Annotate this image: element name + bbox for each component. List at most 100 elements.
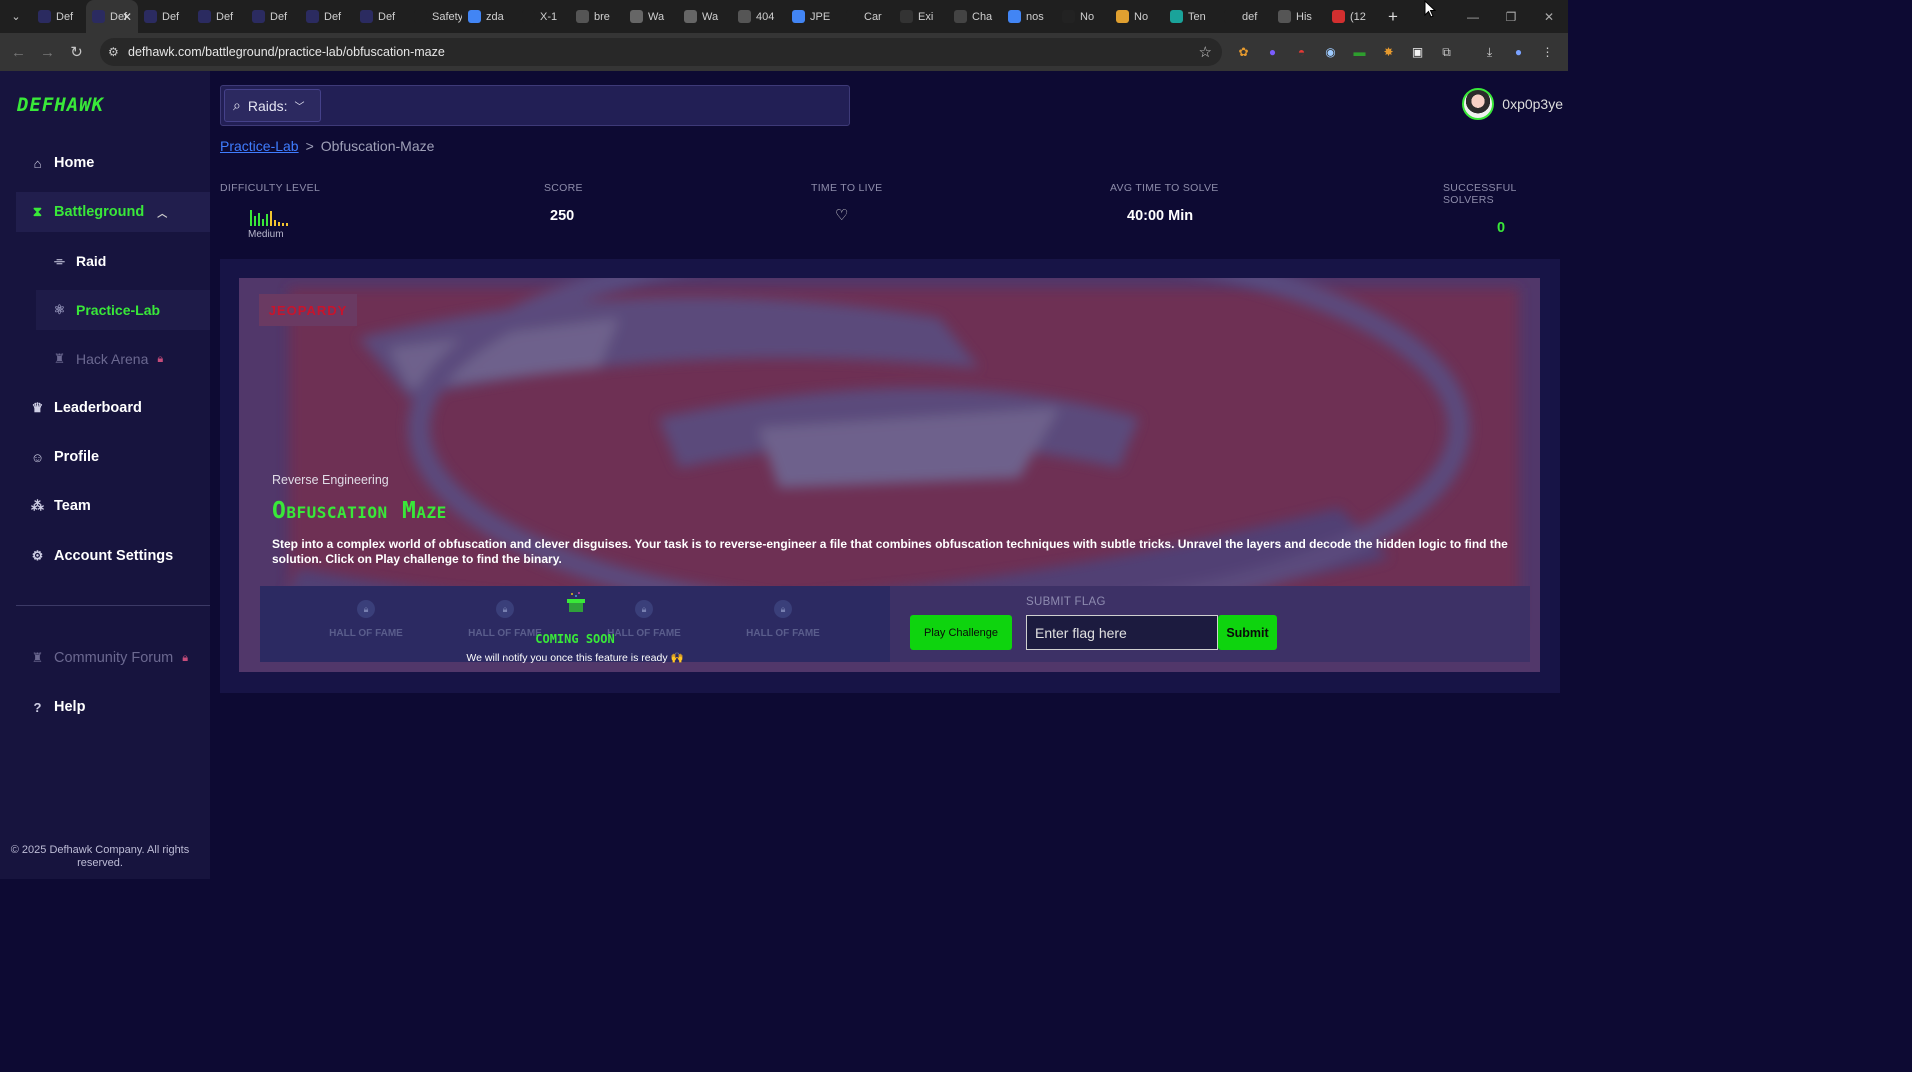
browser-tab[interactable]: No (1056, 0, 1110, 33)
breadcrumb-separator: > (305, 138, 314, 154)
google-icon (1008, 10, 1021, 23)
pen-icon (1116, 10, 1129, 23)
archive-icon (684, 10, 697, 23)
address-url[interactable]: defhawk.com/battleground/practice-lab/ob… (128, 45, 445, 59)
browser-tab[interactable]: JPE (786, 0, 840, 33)
sidebar-item-team[interactable]: ⁂ Team (16, 486, 210, 526)
browser-tab[interactable]: Wa (678, 0, 732, 33)
browser-tab[interactable]: Exi (894, 0, 948, 33)
play-challenge-button[interactable]: Play Challenge (910, 615, 1012, 650)
browser-tab[interactable]: bre (570, 0, 624, 33)
browser-tab-label: zda (486, 10, 504, 23)
close-window-icon[interactable]: ✕ (1530, 0, 1568, 33)
challenge-title: Obfuscation Maze (272, 498, 447, 524)
browser-tab[interactable]: X-1 (516, 0, 570, 33)
extension-eye-icon[interactable]: ◉ (1321, 43, 1340, 62)
hall-of-fame-slot: 🔒︎ HALL OF FAME (713, 600, 853, 639)
history-icon (1278, 10, 1291, 23)
avatar[interactable] (1462, 88, 1495, 120)
minimize-icon[interactable]: — (1454, 0, 1492, 33)
chevron-down-icon: ﹀ (294, 102, 305, 113)
submit-flag-label: SUBMIT FLAG (1026, 596, 1106, 608)
sidebar-item-account-settings[interactable]: ⚙ Account Settings (16, 536, 210, 576)
sidebar-item-leaderboard[interactable]: ♛ Leaderboard (16, 388, 210, 428)
hourglass-icon: ⧗ (32, 204, 43, 219)
browser-tab[interactable]: nos (1002, 0, 1056, 33)
bookmark-star-icon[interactable]: ☆ (1199, 43, 1212, 61)
download-icon[interactable]: ⤓ (1480, 43, 1499, 62)
browser-tab[interactable]: No (1110, 0, 1164, 33)
browser-tab[interactable]: (12 (1326, 0, 1380, 33)
video-icon (1332, 10, 1345, 23)
forward-arrow-icon[interactable]: → (33, 44, 62, 61)
browser-tab[interactable]: Cha (948, 0, 1002, 33)
browser-tab[interactable]: Def (246, 0, 300, 33)
extension-badge-icon[interactable]: ● (1263, 43, 1282, 62)
submit-button[interactable]: Submit (1218, 615, 1277, 650)
flag-input[interactable] (1026, 615, 1218, 650)
user-menu[interactable]: 0xp0p3ye (1462, 88, 1563, 120)
stat-label: SCORE (544, 182, 583, 194)
sidebar-item-home[interactable]: ⌂ Home (16, 143, 210, 183)
lock-icon: 🔒︎ (182, 651, 189, 664)
browser-toolbar: ← → ↻ ⚙ defhawk.com/battleground/practic… (0, 33, 1568, 71)
challenge-description: Step into a complex world of obfuscation… (272, 537, 1508, 566)
sidebar-item-profile[interactable]: ☺ Profile (16, 437, 210, 477)
extensions-bar: ✿ ● ◓ ◉ ▬ ✸ ▣ ⧉ ⤓ ● ⋮ (1234, 33, 1557, 71)
browser-tab[interactable]: Safety w (408, 0, 462, 33)
tab-search-chevron-icon[interactable]: ⌄ (0, 0, 32, 33)
browser-tab[interactable]: Ten (1164, 0, 1218, 33)
reload-icon[interactable]: ↻ (62, 43, 91, 61)
hall-of-fame-label: HALL OF FAME (329, 628, 403, 639)
search-icon: ⌕ (233, 97, 241, 113)
back-arrow-icon[interactable]: ← (4, 44, 33, 61)
site-info-icon[interactable]: ⚙ (108, 45, 128, 59)
profile-avatar-icon[interactable]: ● (1509, 43, 1528, 62)
defhawk-logo[interactable]: DEFHAWK (17, 94, 104, 116)
browser-tab[interactable]: Wa (624, 0, 678, 33)
extension-cookie2-icon[interactable]: ✸ (1379, 43, 1398, 62)
search-type-select[interactable]: ⌕ Raids: ﹀ (224, 89, 321, 122)
browser-tab[interactable]: Def (138, 0, 192, 33)
extensions-puzzle-icon[interactable]: ⧉ (1437, 43, 1456, 62)
hall-of-fame-slot: 🔒︎ HALL OF FAME (296, 600, 436, 639)
team-icon: ⁂ (31, 498, 44, 513)
sidebar-divider (16, 605, 210, 606)
lock-icon: 🔒︎ (496, 600, 514, 618)
tab-list: Def Def✕ Def Def Def Def Def Safety w zda X-1 bre W… (32, 0, 1380, 33)
browser-tab[interactable]: 404 (732, 0, 786, 33)
sidebar-item-help[interactable]: ? Help (16, 687, 210, 727)
search-bar[interactable]: ⌕ Raids: ﹀ (220, 85, 850, 126)
browser-tab[interactable]: Def ✕ (86, 0, 138, 33)
breadcrumb-link-practice-lab[interactable]: Practice-Lab (220, 138, 299, 154)
browser-tab[interactable]: zda (462, 0, 516, 33)
sidebar-item-practice-lab[interactable]: ⚛ Practice-Lab (36, 290, 210, 330)
extension-green-icon[interactable]: ▬ (1350, 43, 1369, 62)
new-tab-plus-icon[interactable]: + (1380, 7, 1406, 27)
sidebar-item-battleground[interactable]: ⧗ Battleground ︿ (16, 192, 210, 232)
restore-icon[interactable]: ❐ (1492, 0, 1530, 33)
browser-tab[interactable]: Car (840, 0, 894, 33)
medium-icon (1062, 10, 1075, 23)
sidebar-item-label: Hack Arena (76, 351, 149, 367)
raid-icon: ⌯ (54, 253, 65, 268)
browser-menu-icon[interactable]: ⋮ (1538, 43, 1557, 62)
extension-cookie-icon[interactable]: ✿ (1234, 43, 1253, 62)
browser-tab[interactable]: His (1272, 0, 1326, 33)
difficulty-bars-icon (250, 208, 288, 226)
username[interactable]: 0xp0p3ye (1502, 96, 1563, 112)
breadcrumb-current: Obfuscation-Maze (320, 138, 435, 154)
extension-record-icon[interactable]: ▣ (1408, 43, 1427, 62)
browser-tab[interactable]: Def (192, 0, 246, 33)
copyright-text: © 2025 Defhawk Company. All rights reser… (10, 844, 190, 869)
browser-tab[interactable]: def (1218, 0, 1272, 33)
close-tab-icon[interactable]: ✕ (122, 10, 132, 24)
browser-tab[interactable]: Def (300, 0, 354, 33)
browser-tab[interactable]: Def (32, 0, 86, 33)
globe-icon (576, 10, 589, 23)
address-bar[interactable]: ⚙ defhawk.com/battleground/practice-lab/… (100, 38, 1222, 66)
extension-pokeball-icon[interactable]: ◓ (1292, 43, 1311, 62)
browser-tab[interactable]: Def (354, 0, 408, 33)
difficulty-value: Medium (248, 229, 284, 240)
sidebar-item-raid[interactable]: ⌯ Raid (16, 241, 210, 281)
